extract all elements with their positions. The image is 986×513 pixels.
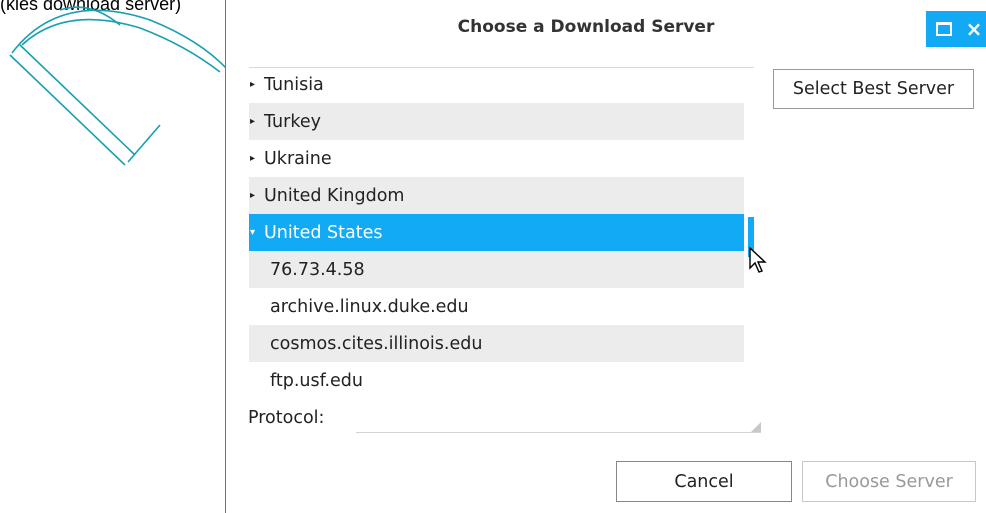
dialog-titlebar: Choose a Download Server × <box>226 0 986 62</box>
country-label: Tunisia <box>264 74 324 95</box>
expand-arrow-icon: ▸ <box>250 190 256 201</box>
maximize-button[interactable] <box>926 11 961 47</box>
country-label: United Kingdom <box>264 185 405 206</box>
expand-arrow-icon: ▸ <box>250 116 256 127</box>
dropdown-corner-icon <box>751 422 761 432</box>
country-row-turkey[interactable]: ▸ Turkey <box>249 103 744 140</box>
country-label: Ukraine <box>264 148 332 169</box>
protocol-label: Protocol: <box>248 408 325 428</box>
server-label: ftp.usf.edu <box>270 370 364 391</box>
server-label: archive.linux.duke.edu <box>270 296 469 317</box>
country-label: United States <box>264 222 383 243</box>
dialog-title: Choose a Download Server <box>457 17 715 37</box>
close-button[interactable]: × <box>961 11 986 47</box>
watermark-logo <box>9 6 229 166</box>
expand-arrow-icon: ▸ <box>250 79 256 90</box>
server-row[interactable]: archive.linux.duke.edu <box>249 288 744 325</box>
select-best-server-button[interactable]: Select Best Server <box>773 69 974 109</box>
mouse-cursor-icon <box>749 246 767 273</box>
country-label: Turkey <box>264 111 321 132</box>
server-label: cosmos.cites.illinois.edu <box>270 333 483 354</box>
country-row-united-kingdom[interactable]: ▸ United Kingdom <box>249 177 744 214</box>
choose-server-button[interactable]: Choose Server <box>802 461 976 502</box>
expand-arrow-icon: ▸ <box>250 153 256 164</box>
server-row[interactable]: ftp.usf.edu <box>249 362 744 399</box>
server-list[interactable]: ▸ Tunisia ▸ Turkey ▸ Ukraine ▸ United Ki… <box>249 67 754 399</box>
maximize-icon <box>935 22 952 36</box>
close-icon: × <box>965 17 983 41</box>
country-row-united-states[interactable]: ▾ United States <box>249 214 744 251</box>
server-row[interactable]: 76.73.4.58 <box>249 251 744 288</box>
server-label: 76.73.4.58 <box>270 259 365 280</box>
country-row-tunisia[interactable]: ▸ Tunisia <box>249 68 744 103</box>
download-server-dialog: Choose a Download Server × ▸ Tunisia ▸ T… <box>225 0 986 513</box>
protocol-select[interactable] <box>356 410 761 433</box>
cancel-button[interactable]: Cancel <box>616 461 792 502</box>
collapse-arrow-icon: ▾ <box>250 227 256 238</box>
server-row[interactable]: cosmos.cites.illinois.edu <box>249 325 744 362</box>
country-row-ukraine[interactable]: ▸ Ukraine <box>249 140 744 177</box>
